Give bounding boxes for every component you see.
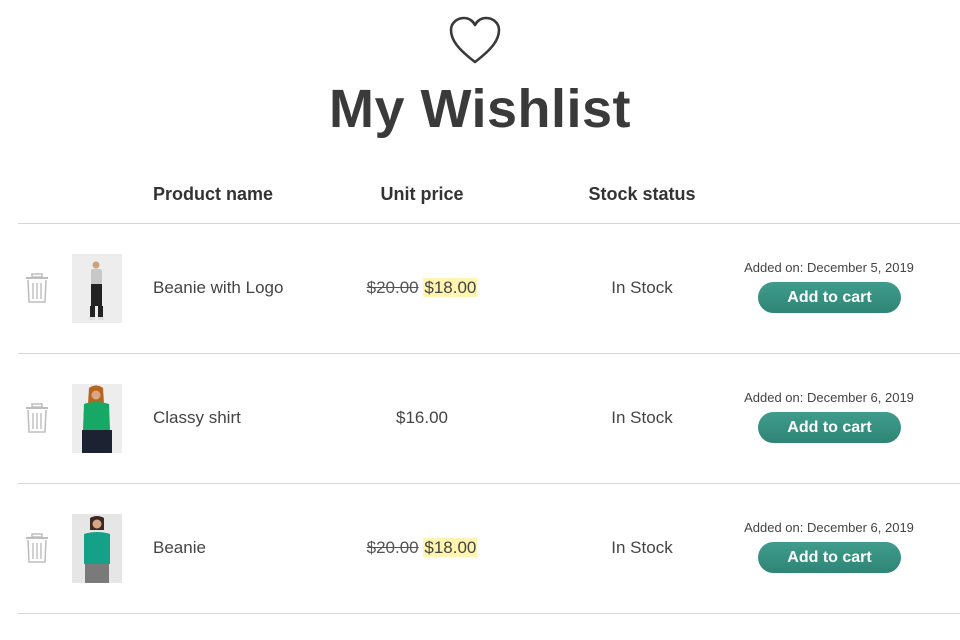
- product-thumbnail[interactable]: [72, 384, 122, 453]
- trash-icon[interactable]: [24, 272, 50, 304]
- product-name[interactable]: Beanie: [153, 538, 206, 558]
- added-date: Added on: December 6, 2019: [744, 390, 914, 405]
- added-date: Added on: December 5, 2019: [744, 260, 914, 275]
- add-to-cart-button[interactable]: Add to cart: [758, 412, 901, 443]
- table-row: Beanie with Logo $20.00 $18.00 In Stock …: [18, 224, 960, 354]
- sale-price: $18.00: [423, 278, 478, 297]
- unit-price: $20.00 $18.00: [322, 278, 522, 298]
- sale-price: $18.00: [423, 538, 478, 557]
- unit-price: $20.00 $18.00: [322, 538, 522, 558]
- stock-status: In Stock: [611, 278, 673, 297]
- table-row: Classy shirt $16.00 In Stock Added on: D…: [18, 354, 960, 484]
- stock-status-header: Stock status: [588, 184, 696, 204]
- product-name[interactable]: Beanie with Logo: [153, 278, 283, 298]
- trash-icon[interactable]: [24, 402, 50, 434]
- table-header: Product name Unit price Stock status: [0, 178, 960, 210]
- added-date: Added on: December 6, 2019: [744, 520, 914, 535]
- trash-icon[interactable]: [24, 532, 50, 564]
- product-name-header: Product name: [153, 184, 274, 204]
- product-name[interactable]: Classy shirt: [153, 408, 241, 428]
- stock-status: In Stock: [611, 408, 673, 427]
- add-to-cart-button[interactable]: Add to cart: [758, 282, 901, 313]
- add-to-cart-button[interactable]: Add to cart: [758, 542, 901, 573]
- divider: [18, 613, 960, 614]
- regular-price: $16.00: [396, 408, 448, 427]
- page-title: My Wishlist: [328, 79, 632, 139]
- heart-icon: [449, 16, 501, 64]
- stock-status: In Stock: [611, 538, 673, 557]
- unit-price-header: Unit price: [380, 184, 464, 204]
- product-thumbnail[interactable]: [72, 514, 122, 583]
- unit-price: $16.00: [322, 408, 522, 428]
- table-row: Beanie $20.00 $18.00 In Stock Added on: …: [18, 484, 960, 614]
- original-price: $20.00: [366, 538, 419, 557]
- original-price: $20.00: [366, 278, 419, 297]
- product-thumbnail[interactable]: [72, 254, 122, 323]
